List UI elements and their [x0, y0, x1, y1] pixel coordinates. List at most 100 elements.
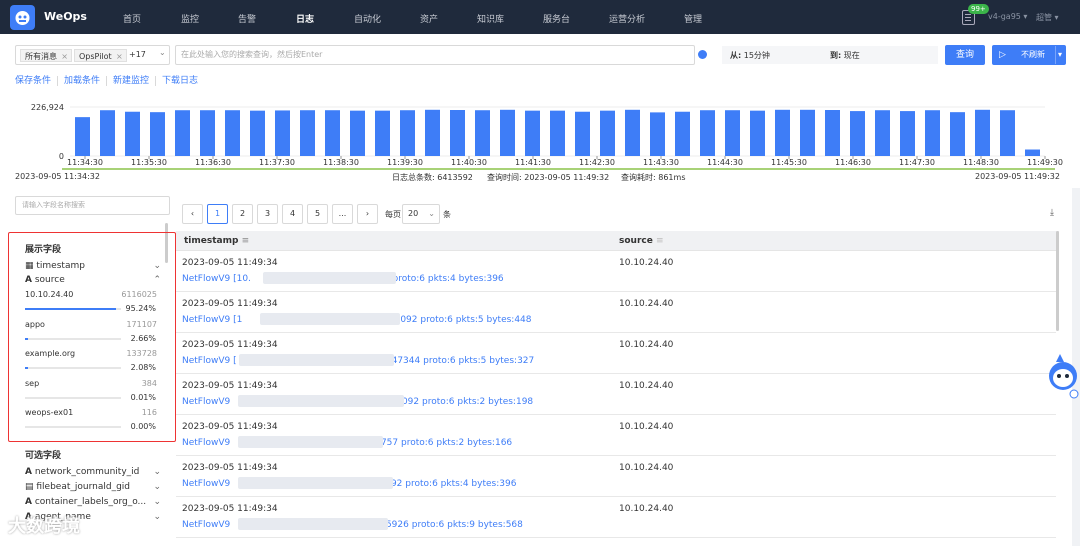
- search-input[interactable]: 在此处输入您的搜索查询，然后按Enter: [175, 45, 695, 65]
- col-timestamp[interactable]: timestamp ≡: [184, 236, 249, 246]
- histogram-bar: [225, 110, 240, 156]
- time-range-from[interactable]: 从: 15分钟 到: 现在: [722, 46, 938, 64]
- page-5-button[interactable]: 5: [307, 204, 328, 224]
- table-row[interactable]: 2023-09-05 11:49:34 NetFlowV9 3757 proto:…: [176, 415, 1056, 456]
- histogram-bar: [475, 110, 490, 156]
- table-row[interactable]: 2023-09-05 11:49:34 NetFlowV9 [10. 2 prot…: [176, 251, 1056, 292]
- row-timestamp: 2023-09-05 11:49:34: [182, 299, 278, 309]
- page-3-button[interactable]: 3: [257, 204, 278, 224]
- source-value-item[interactable]: sep 384: [25, 379, 157, 388]
- histogram-bar: [575, 111, 590, 156]
- table-row[interactable]: 2023-09-05 11:49:34 NetFlowV9 [47344 pro…: [176, 333, 1056, 374]
- chevron-down-icon[interactable]: ▾: [1055, 46, 1062, 64]
- top-nav: WeOps 首页 监控 告警 日志 自动化 资产 知识库 服务台 运营分析 管理…: [0, 0, 1080, 34]
- source-value-item[interactable]: 10.10.24.40 6116025: [25, 290, 157, 299]
- row-timestamp: 2023-09-05 11:49:34: [182, 463, 278, 473]
- table-row[interactable]: 2023-09-05 11:49:34 NetFlowV9 [1 7]:9092 …: [176, 292, 1056, 333]
- stream-tag[interactable]: 所有消息 ×: [20, 49, 72, 62]
- table-row[interactable]: 2023-09-05 11:49:34 NetFlowV9 55926 proto…: [176, 497, 1056, 538]
- col-source[interactable]: source ≡: [619, 236, 664, 246]
- histogram-bar: [250, 110, 265, 156]
- document-icon: ▤: [25, 482, 34, 492]
- total-count: 日志总条数: 6413592: [392, 173, 473, 182]
- stream-tag[interactable]: OpsPilot ×: [74, 49, 127, 62]
- chevron-down-icon[interactable]: ⌄: [153, 512, 161, 522]
- field-search-input[interactable]: 请输入字段名称搜索: [15, 196, 170, 215]
- nav-item-service-desk[interactable]: 服务台: [543, 12, 570, 25]
- optional-field-item[interactable]: A container_labels_org_o... ⌄: [25, 497, 165, 507]
- histogram-bar: [700, 110, 715, 156]
- source-value-item[interactable]: weops-ex01 116: [25, 408, 157, 417]
- text-type-icon: A: [25, 467, 32, 477]
- prev-page-button[interactable]: ‹: [182, 204, 203, 224]
- nav-item-monitor[interactable]: 监控: [181, 12, 199, 25]
- row-timestamp: 2023-09-05 11:49:34: [182, 504, 278, 514]
- page-ellipsis-button[interactable]: ...: [332, 204, 353, 224]
- nav-item-knowledge[interactable]: 知识库: [477, 12, 504, 25]
- search-button[interactable]: 查询: [945, 45, 985, 65]
- load-condition-link[interactable]: 加载条件: [64, 76, 108, 86]
- chevron-down-icon[interactable]: ⌄: [159, 48, 166, 57]
- chevron-down-icon[interactable]: ⌄: [153, 482, 161, 492]
- next-page-button[interactable]: ›: [357, 204, 378, 224]
- source-value-item[interactable]: appo 171107: [25, 320, 157, 329]
- source-value-item[interactable]: example.org 133728: [25, 349, 157, 358]
- table-scrollbar[interactable]: [1056, 231, 1059, 331]
- histogram-bar: [750, 110, 765, 156]
- nav-item-automation[interactable]: 自动化: [354, 12, 381, 25]
- nav-item-log[interactable]: 日志: [296, 12, 314, 25]
- location-pin-icon[interactable]: [698, 50, 707, 59]
- version-label[interactable]: v4-ga95 ▾: [988, 12, 1027, 21]
- field-item-source[interactable]: A source ⌃: [25, 275, 165, 285]
- nav-item-analysis[interactable]: 运营分析: [609, 12, 645, 25]
- source-value-bar: [25, 367, 121, 369]
- save-condition-link[interactable]: 保存条件: [15, 76, 59, 86]
- histogram-bar: [600, 110, 615, 156]
- page-2-button[interactable]: 2: [232, 204, 253, 224]
- page-1-button[interactable]: 1: [207, 204, 228, 224]
- row-timestamp: 2023-09-05 11:49:34: [182, 340, 278, 350]
- page-4-button[interactable]: 4: [282, 204, 303, 224]
- optional-fields-title: 可选字段: [25, 451, 62, 461]
- end-time: 2023-09-05 11:49:32: [975, 172, 1060, 181]
- nav-item-home[interactable]: 首页: [123, 12, 141, 25]
- chevron-down-icon[interactable]: ⌄: [153, 497, 161, 507]
- field-item-timestamp[interactable]: ▦ timestamp ⌄: [25, 261, 165, 271]
- y-max-label: 226,924: [31, 103, 64, 112]
- weops-logo-icon[interactable]: [10, 5, 35, 30]
- histogram-bar: [400, 110, 415, 156]
- histogram-bar: [675, 111, 690, 156]
- x-tick-label: 11:46:30: [835, 158, 871, 167]
- close-icon[interactable]: ×: [116, 50, 123, 63]
- download-log-link[interactable]: 下载日志: [162, 76, 204, 86]
- nav-item-assets[interactable]: 资产: [420, 12, 438, 25]
- optional-field-item[interactable]: A network_community_id ⌄: [25, 467, 165, 477]
- histogram-bar: [1025, 149, 1040, 156]
- source-value-pct: 0.00%: [130, 422, 156, 431]
- download-icon[interactable]: ⤓: [1050, 208, 1054, 218]
- table-row[interactable]: 2023-09-05 11:49:34 NetFlowV9 9092 proto:…: [176, 374, 1056, 415]
- close-icon[interactable]: ×: [61, 50, 68, 63]
- stream-selector[interactable]: 所有消息 × OpsPilot × +17 ⌄: [15, 45, 170, 65]
- new-monitor-link[interactable]: 新建监控: [113, 76, 157, 86]
- text-type-icon: A: [25, 497, 32, 507]
- filter-icon[interactable]: ≡: [242, 236, 250, 246]
- histogram-bar: [350, 110, 365, 156]
- page-size-select[interactable]: 20 ⌄: [402, 204, 440, 224]
- table-row[interactable]: 2023-09-05 11:49:34 NetFlowV9 092 proto:6…: [176, 456, 1056, 497]
- chevron-down-icon[interactable]: ⌄: [153, 261, 161, 271]
- user-menu[interactable]: 超管 ▾: [1036, 12, 1059, 23]
- x-tick-label: 11:41:30: [515, 158, 551, 167]
- histogram-bar: [875, 110, 890, 156]
- nav-item-alert[interactable]: 告警: [238, 12, 256, 25]
- optional-field-item[interactable]: ▤ filebeat_journald_gid ⌄: [25, 482, 165, 492]
- histogram-bar: [800, 109, 815, 156]
- nav-item-admin[interactable]: 管理: [684, 12, 702, 25]
- log-histogram[interactable]: 226,924 011:34:30 11:35:30 11:36:30 11:37:30…: [0, 96, 1080, 176]
- refresh-button[interactable]: ▷ 不刷新 ▾: [992, 45, 1066, 65]
- chevron-up-icon[interactable]: ⌃: [153, 275, 161, 285]
- row-source: 10.10.24.40: [619, 422, 674, 432]
- assistant-mascot-icon[interactable]: [1046, 350, 1080, 400]
- filter-icon[interactable]: ≡: [656, 236, 664, 246]
- chevron-down-icon[interactable]: ⌄: [153, 467, 161, 477]
